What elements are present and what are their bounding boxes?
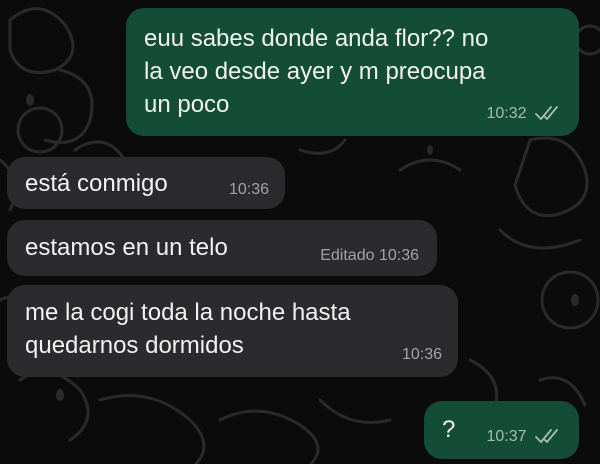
message-time: 10:32 xyxy=(486,105,527,122)
double-check-icon xyxy=(535,106,558,120)
message-time: 10:36 xyxy=(378,247,419,264)
message-text: me la cogi toda la noche hasta quedarnos… xyxy=(25,299,351,359)
message-meta: Editado 10:36 xyxy=(320,246,419,266)
message-bubble-incoming[interactable]: me la cogi toda la noche hasta quedarnos… xyxy=(7,285,458,377)
message-bubble-incoming[interactable]: está conmigo 10:36 xyxy=(7,157,285,209)
message-bubble-incoming[interactable]: estamos en un telo Editado 10:36 xyxy=(7,220,437,276)
message-meta: 10:37 xyxy=(487,427,562,447)
message-time: 10:37 xyxy=(486,428,527,445)
edited-label: Editado xyxy=(320,247,375,264)
message-bubble-outgoing[interactable]: ? 10:37 xyxy=(424,401,579,459)
message-time: 10:36 xyxy=(228,181,269,198)
message-meta: 10:32 xyxy=(487,104,562,124)
message-meta: 10:36 xyxy=(402,345,442,365)
message-bubble-outgoing[interactable]: euu sabes donde anda flor?? no la veo de… xyxy=(126,8,579,136)
chat-view[interactable]: euu sabes donde anda flor?? no la veo de… xyxy=(0,0,600,464)
message-time: 10:36 xyxy=(401,346,442,363)
message-meta: 10:36 xyxy=(229,180,269,200)
double-check-icon xyxy=(535,429,558,443)
